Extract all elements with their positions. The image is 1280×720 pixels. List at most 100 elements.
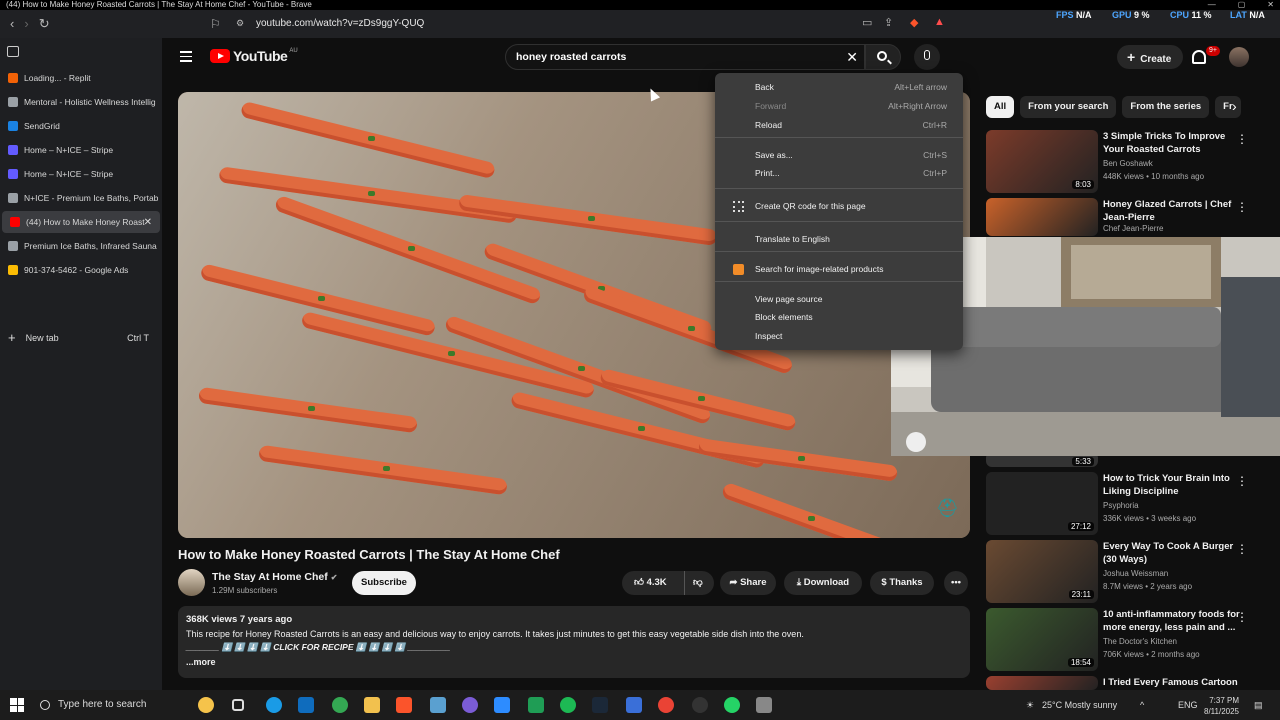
weather-text[interactable]: 25°C Mostly sunny xyxy=(1042,690,1117,720)
search-input[interactable]: honey roasted carrots ✕ xyxy=(505,44,865,70)
sidebar-tab[interactable]: Home – N+ICE – Stripe xyxy=(0,139,158,161)
edge-icon[interactable] xyxy=(266,697,282,713)
recommended-video[interactable]: I Tried Every Famous Cartoon xyxy=(986,676,1266,690)
like-button[interactable]: 👍︎ 4.3K xyxy=(634,577,667,588)
thanks-icon: $ xyxy=(881,577,887,588)
more-vertical-icon[interactable]: ⋮ xyxy=(1236,200,1248,214)
back-arrow-icon[interactable]: ‹ xyxy=(10,16,14,32)
app-icon[interactable] xyxy=(462,697,478,713)
menu-icon[interactable] xyxy=(180,51,192,63)
language-indicator[interactable]: ENG xyxy=(1178,690,1198,720)
context-menu-item[interactable]: View page source xyxy=(715,290,963,308)
forward-arrow-icon[interactable]: › xyxy=(24,16,28,32)
address-bar[interactable]: youtube.com/watch?v=zDs9ggY-QUQ xyxy=(256,14,424,34)
search-button[interactable] xyxy=(865,44,901,70)
spotify-icon[interactable] xyxy=(560,697,576,713)
chevron-right-icon[interactable]: › xyxy=(1232,98,1237,114)
recommended-video[interactable]: 18:54 10 anti-inflammatory foods for more… xyxy=(986,608,1266,672)
dislike-button[interactable]: 👎︎ xyxy=(684,571,703,595)
sidebar-tab[interactable]: Loading... - Replit xyxy=(0,67,158,89)
video-description[interactable]: 368K views 7 years ago This recipe for H… xyxy=(178,606,970,678)
notifications-bell-icon[interactable] xyxy=(1192,50,1206,64)
brave-shields-icon[interactable]: ◆ xyxy=(910,16,918,29)
brave-rewards-icon[interactable]: ▲ xyxy=(934,16,945,28)
reload-icon[interactable]: ↻ xyxy=(39,16,50,32)
app-icon[interactable] xyxy=(626,697,642,713)
sidebar-tab[interactable]: N+ICE - Premium Ice Baths, Portabl xyxy=(0,187,158,209)
sidebar-tab[interactable]: Premium Ice Baths, Infrared Sauna xyxy=(0,235,158,257)
recommended-video[interactable]: 23:11 Every Way To Cook A Burger (30 Ways… xyxy=(986,540,1266,604)
context-menu-item[interactable]: Translate to English xyxy=(715,230,963,248)
voice-search-button[interactable] xyxy=(914,44,940,70)
sidebar-tab[interactable]: Mentoral - Holistic Wellness Intellig xyxy=(0,91,158,113)
task-view-icon[interactable] xyxy=(232,699,244,711)
clear-search-icon[interactable]: ✕ xyxy=(846,45,858,69)
context-menu-item[interactable]: Inspect xyxy=(715,327,963,345)
close-tab-icon[interactable]: ✕ xyxy=(144,217,152,228)
youtube-logo[interactable]: YouTube AU xyxy=(210,48,298,64)
filter-chip[interactable]: From your search xyxy=(1020,96,1117,118)
video-thumbnail: 23:11 xyxy=(986,540,1098,603)
notification-center-icon[interactable]: ▤ xyxy=(1254,690,1263,720)
filter-chip[interactable]: From the series xyxy=(1122,96,1210,118)
sheets-icon[interactable] xyxy=(528,697,544,713)
site-info-icon[interactable]: ⚙ xyxy=(236,18,244,29)
minimize-icon[interactable]: — xyxy=(1208,0,1216,10)
more-vertical-icon[interactable]: ⋮ xyxy=(1236,132,1248,146)
create-button[interactable]: + Create xyxy=(1117,45,1183,69)
share-icon[interactable]: ⇪ xyxy=(884,16,893,29)
share-button[interactable]: ➦ Share xyxy=(720,571,776,595)
chrome-icon[interactable] xyxy=(658,697,674,713)
thanks-button[interactable]: $ Thanks xyxy=(870,571,934,595)
new-tab-button[interactable]: + New tab Ctrl T xyxy=(8,330,153,345)
more-vertical-icon[interactable]: ⋮ xyxy=(1236,542,1248,556)
show-more-link[interactable]: ...more xyxy=(186,657,962,667)
brave-icon[interactable] xyxy=(396,697,412,713)
close-icon[interactable]: ✕ xyxy=(1267,0,1274,10)
sidebar-tab[interactable]: Home – N+ICE – Stripe xyxy=(0,163,158,185)
context-menu-item[interactable]: Save as... Ctrl+S xyxy=(715,146,963,164)
menu-item-shortcut: Ctrl+S xyxy=(923,150,947,160)
download-button[interactable]: ⤓ Download xyxy=(784,571,862,595)
filter-chip[interactable]: All xyxy=(986,96,1015,118)
context-menu-item[interactable]: Reload Ctrl+R xyxy=(715,116,963,134)
context-menu-item[interactable]: Search for image-related products xyxy=(715,260,963,278)
sidebar-toggle-icon[interactable] xyxy=(7,46,19,57)
whatsapp-icon[interactable] xyxy=(724,697,740,713)
sidebar-tab[interactable]: 901-374-5462 - Google Ads xyxy=(0,259,158,281)
context-menu-item[interactable]: Print... Ctrl+P xyxy=(715,164,963,182)
clock[interactable]: 7:37 PM 8/11/2025 xyxy=(1204,695,1239,717)
sidebar-tab[interactable]: (44) How to Make Honey Roast ✕ xyxy=(2,211,160,233)
more-actions-button[interactable]: ••• xyxy=(944,571,968,595)
more-vertical-icon[interactable]: ⋮ xyxy=(1236,610,1248,624)
weather-icon: ☀ xyxy=(1026,700,1035,710)
app-icon[interactable] xyxy=(430,697,446,713)
windows-start-icon[interactable] xyxy=(10,698,24,712)
more-vertical-icon[interactable]: ⋮ xyxy=(1236,474,1248,488)
recommended-video[interactable]: Honey Glazed Carrots | Chef Jean-Pierre C… xyxy=(986,198,1266,238)
context-menu-item[interactable]: Block elements xyxy=(715,308,963,326)
app-icon[interactable] xyxy=(692,697,708,713)
sidebar-tab[interactable]: SendGrid xyxy=(0,115,158,137)
widget-icon[interactable] xyxy=(198,697,214,713)
taskbar-search[interactable]: Type here to search xyxy=(36,694,146,716)
subscribe-button[interactable]: Subscribe xyxy=(352,571,416,595)
cast-icon[interactable]: ▭ xyxy=(862,16,872,29)
file-explorer-icon[interactable] xyxy=(364,697,380,713)
recommended-video[interactable]: 27:12 How to Trick Your Brain Into Liking… xyxy=(986,472,1266,536)
steam-icon[interactable] xyxy=(592,697,608,713)
account-avatar[interactable] xyxy=(1229,47,1249,67)
context-menu-item[interactable]: Back Alt+Left arrow xyxy=(715,78,963,96)
app-icon[interactable] xyxy=(756,697,772,713)
app-icon[interactable] xyxy=(494,697,510,713)
recommended-views: 448K views • 10 months ago xyxy=(1103,172,1205,181)
maximize-icon[interactable]: ▢ xyxy=(1238,0,1246,10)
channel-avatar[interactable] xyxy=(178,569,205,596)
channel-name[interactable]: The Stay At Home Chef ✔ xyxy=(212,571,337,583)
tray-chevron-icon[interactable]: ^ xyxy=(1140,690,1144,720)
recommended-video[interactable]: 8:03 3 Simple Tricks To Improve Your Roas… xyxy=(986,130,1266,194)
bookmark-icon[interactable]: ⚐ xyxy=(210,17,221,31)
context-menu-item[interactable]: Create QR code for this page xyxy=(715,197,963,215)
outlook-icon[interactable] xyxy=(298,697,314,713)
chrome-icon[interactable] xyxy=(332,697,348,713)
